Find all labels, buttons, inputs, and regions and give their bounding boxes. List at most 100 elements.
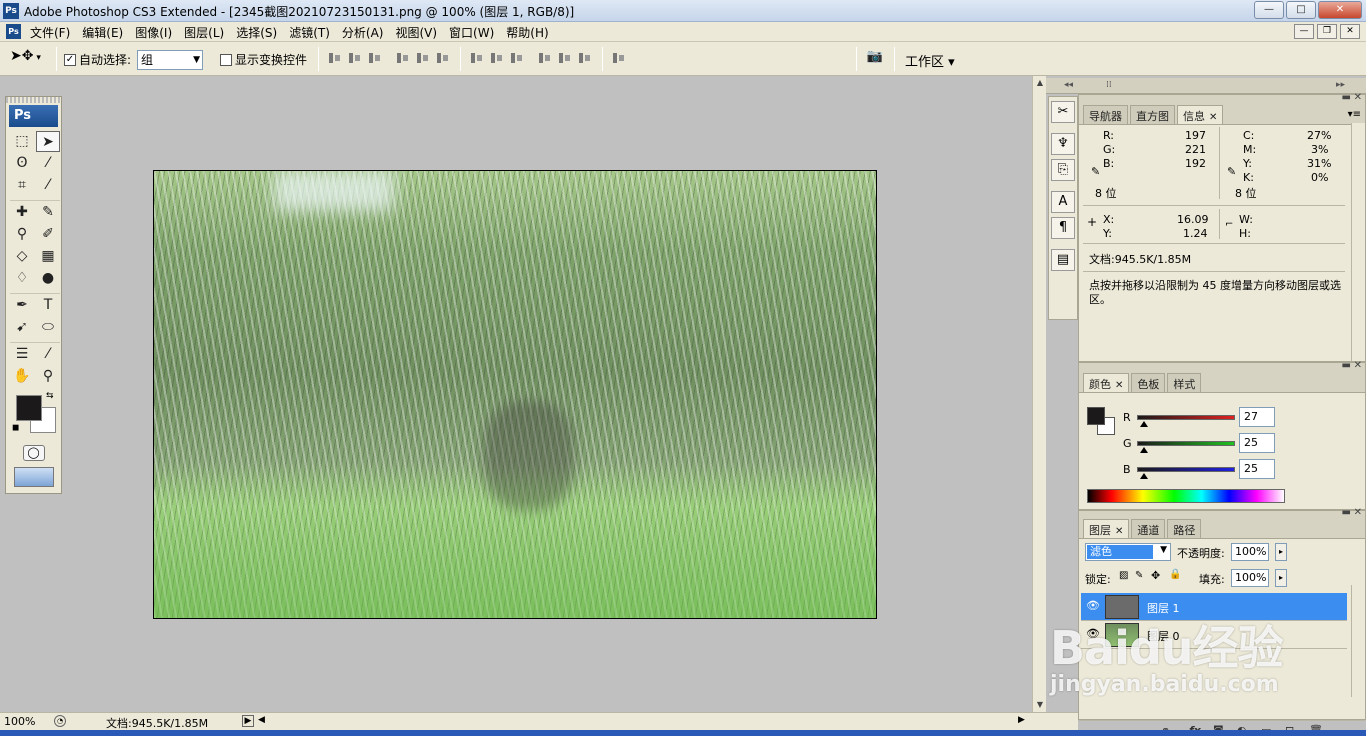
info-panel-scrollbar[interactable]	[1351, 123, 1365, 361]
align-hcenter-icon[interactable]	[416, 51, 430, 65]
auto-select-dropdown[interactable]: 组 ▼	[137, 50, 203, 70]
ellipse-shape-tool-icon[interactable]: ⬭	[36, 317, 60, 338]
tab-navigator[interactable]: 导航器	[1083, 105, 1128, 124]
crop-tool-icon[interactable]: ⌗	[10, 175, 34, 196]
auto-align-icon[interactable]	[612, 51, 626, 65]
auto-select-option[interactable]: ✓ 自动选择:	[64, 51, 131, 68]
character-icon[interactable]: A	[1051, 191, 1075, 213]
distribute-hcenter-icon[interactable]	[558, 51, 572, 65]
expand-dock-icon[interactable]: ▸▸	[1336, 80, 1345, 90]
distribute-top-icon[interactable]	[470, 51, 484, 65]
zoom-tool-icon[interactable]: ⚲	[36, 366, 60, 387]
screen-mode-button[interactable]	[13, 467, 54, 487]
show-transform-option[interactable]: 显示变换控件	[220, 51, 307, 68]
distribute-vcenter-icon[interactable]	[490, 51, 504, 65]
doc-minimize-button[interactable]: —	[1294, 24, 1314, 39]
lock-transparent-icon[interactable]: ▨	[1119, 570, 1128, 581]
hand-tool-icon[interactable]: ✋	[10, 366, 34, 387]
menu-layer[interactable]: 图层(L)	[184, 24, 224, 41]
tab-layers[interactable]: 图层 ✕	[1083, 519, 1130, 538]
tool-presets-icon[interactable]: ✂	[1051, 101, 1075, 123]
path-selection-tool-icon[interactable]: ➹	[10, 317, 34, 338]
eraser-tool-icon[interactable]: ◇	[10, 246, 34, 267]
menu-image[interactable]: 图像(I)	[135, 24, 172, 41]
align-left-icon[interactable]	[396, 51, 410, 65]
move-tool-preset-picker[interactable]: ➤✥ ▾	[10, 48, 50, 70]
show-transform-checkbox[interactable]	[220, 53, 232, 66]
menu-select[interactable]: 选择(S)	[236, 24, 277, 41]
minimize-panel-icon[interactable]: ▬	[1342, 92, 1351, 103]
lasso-tool-icon[interactable]: ʘ	[10, 153, 34, 174]
auto-select-checkbox[interactable]: ✓	[64, 53, 76, 66]
fill-field[interactable]: 100%	[1231, 569, 1269, 587]
fill-slider-arrow-icon[interactable]: ▸	[1275, 569, 1287, 587]
eye-icon[interactable]: 👁	[1085, 599, 1101, 613]
blue-slider-track[interactable]	[1137, 467, 1235, 472]
blend-mode-dropdown[interactable]: 滤色 ▼	[1085, 543, 1171, 561]
doc-close-button[interactable]: ✕	[1340, 24, 1360, 39]
toolbox-grip[interactable]	[6, 97, 61, 103]
minimize-panel-icon[interactable]: ▬	[1342, 507, 1351, 518]
close-panel-icon[interactable]: ✕	[1354, 360, 1362, 371]
pen-tool-icon[interactable]: ✒	[10, 295, 34, 316]
ps-menu-icon[interactable]: Ps	[6, 24, 21, 39]
foreground-color-swatch[interactable]	[16, 395, 42, 421]
close-tab-icon[interactable]: ✕	[1115, 380, 1123, 391]
color-spectrum-bar[interactable]	[1087, 489, 1285, 503]
marquee-tool-icon[interactable]: ⬚	[10, 131, 34, 152]
eye-icon[interactable]: 👁	[1085, 627, 1101, 641]
type-tool-icon[interactable]: T	[36, 295, 60, 316]
doc-restore-button[interactable]: ❐	[1317, 24, 1337, 39]
menu-view[interactable]: 视图(V)	[395, 24, 437, 41]
notes-tool-icon[interactable]: ☰	[10, 344, 34, 365]
swap-colors-icon[interactable]: ⇆	[46, 391, 54, 401]
tab-styles[interactable]: 样式	[1167, 373, 1202, 392]
status-info-icon[interactable]: ◔	[54, 715, 66, 727]
blue-slider-thumb[interactable]	[1140, 473, 1148, 479]
distribute-right-icon[interactable]	[578, 51, 592, 65]
close-panel-icon[interactable]: ✕	[1354, 507, 1362, 518]
align-vcenter-icon[interactable]	[348, 51, 362, 65]
default-colors-icon[interactable]: ◼	[12, 423, 19, 433]
red-value-field[interactable]: 27	[1239, 407, 1275, 427]
history-brush-tool-icon[interactable]: ✐	[36, 224, 60, 245]
layer-row[interactable]: 👁 图层 1	[1081, 593, 1347, 621]
menu-file[interactable]: 文件(F)	[30, 24, 70, 41]
paragraph-icon[interactable]: ¶	[1051, 217, 1075, 239]
photoshop-logo[interactable]: Ps	[9, 105, 58, 127]
healing-brush-tool-icon[interactable]: ✚	[10, 202, 34, 223]
menu-edit[interactable]: 编辑(E)	[82, 24, 123, 41]
scroll-right-icon[interactable]: ▶	[1018, 715, 1025, 725]
workspace-menu[interactable]: 工作区 ▾	[905, 51, 955, 70]
move-tool-icon[interactable]: ➤	[36, 131, 60, 152]
lock-pixels-icon[interactable]: ✎	[1135, 570, 1143, 581]
lock-position-icon[interactable]: ✥	[1151, 569, 1160, 582]
foreground-color-swatch[interactable]	[1087, 407, 1105, 425]
scroll-up-icon[interactable]: ▲	[1033, 76, 1047, 90]
tab-info[interactable]: 信息 ✕	[1177, 105, 1224, 124]
eyedropper-tool-icon[interactable]: ⁄	[36, 344, 60, 365]
tab-paths[interactable]: 路径	[1167, 519, 1202, 538]
collapse-dock-icon[interactable]: ◂◂	[1064, 80, 1073, 90]
opacity-slider-arrow-icon[interactable]: ▸	[1275, 543, 1287, 561]
status-menu-arrow-icon[interactable]: ▶	[242, 715, 254, 727]
gradient-tool-icon[interactable]: ▦	[36, 246, 60, 267]
menu-window[interactable]: 窗口(W)	[449, 24, 494, 41]
layers-panel-scrollbar[interactable]	[1351, 585, 1365, 697]
green-slider-thumb[interactable]	[1140, 447, 1148, 453]
red-slider-track[interactable]	[1137, 415, 1235, 420]
clone-stamp-tool-icon[interactable]: ⚲	[10, 224, 34, 245]
scroll-left-icon[interactable]: ◀	[258, 715, 265, 725]
menu-filter[interactable]: 滤镜(T)	[289, 24, 330, 41]
tab-channels[interactable]: 通道	[1131, 519, 1166, 538]
close-tab-icon[interactable]: ✕	[1209, 112, 1217, 123]
canvas-vertical-scrollbar[interactable]: ▲ ▼	[1032, 76, 1046, 712]
blur-tool-icon[interactable]: ♢	[10, 268, 34, 289]
green-slider-track[interactable]	[1137, 441, 1235, 446]
brushes-icon[interactable]: ♆	[1051, 133, 1075, 155]
scroll-down-icon[interactable]: ▼	[1033, 698, 1047, 712]
align-bottom-icon[interactable]	[368, 51, 382, 65]
menu-analysis[interactable]: 分析(A)	[342, 24, 384, 41]
close-panel-icon[interactable]: ✕	[1354, 92, 1362, 103]
align-top-icon[interactable]	[328, 51, 342, 65]
